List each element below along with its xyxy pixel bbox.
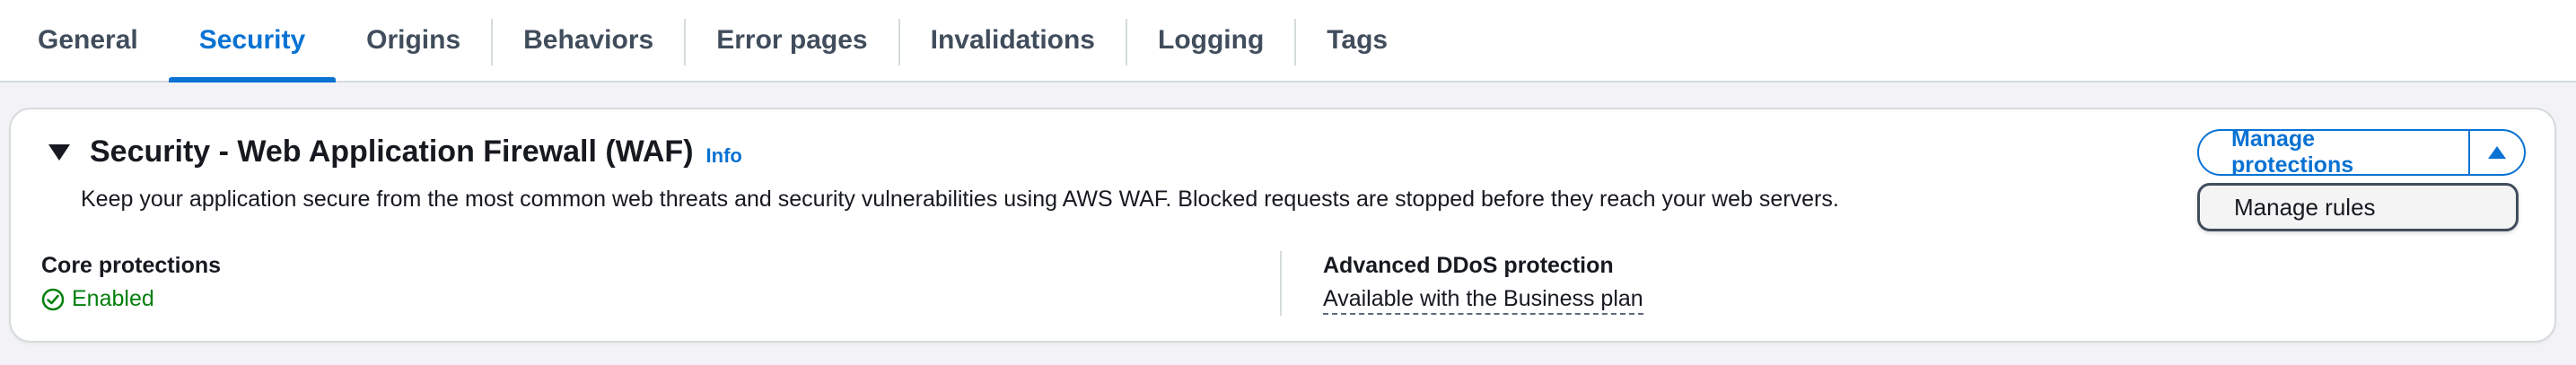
tab-invalidations[interactable]: Invalidations	[900, 0, 1126, 81]
menu-item-manage-rules[interactable]: Manage rules	[2197, 183, 2519, 231]
core-protections-label: Core protections	[41, 253, 222, 278]
caret-up-icon	[2488, 146, 2506, 159]
column-divider	[1280, 251, 1282, 316]
tab-logging[interactable]: Logging	[1127, 0, 1294, 81]
core-protections-status-text: Enabled	[72, 286, 154, 311]
manage-protections-split-button: Manage protections	[2197, 129, 2526, 176]
advanced-ddos-field: Advanced DDoS protection Available with …	[1323, 253, 2221, 315]
caret-down-icon[interactable]	[48, 143, 70, 161]
manage-protections-button[interactable]: Manage protections	[2199, 131, 2468, 174]
tab-origins[interactable]: Origins	[336, 0, 491, 81]
tab-tags[interactable]: Tags	[1296, 0, 1418, 81]
distribution-detail-view: General Security Origins Behaviors Error…	[0, 0, 2576, 365]
tab-error-pages[interactable]: Error pages	[686, 0, 898, 81]
tab-bar: General Security Origins Behaviors Error…	[0, 0, 2576, 83]
manage-protections-dropdown-toggle[interactable]	[2470, 131, 2524, 174]
advanced-ddos-popover-trigger[interactable]: Available with the Business plan	[1323, 286, 1643, 315]
info-link[interactable]: Info	[706, 144, 742, 168]
core-protections-field: Core protections Enabled	[41, 253, 1289, 312]
section-description: Keep your application secure from the mo…	[81, 187, 1839, 212]
tab-behaviors[interactable]: Behaviors	[493, 0, 684, 81]
core-protections-status: Enabled	[41, 286, 1289, 312]
section-header[interactable]: Security - Web Application Firewall (WAF…	[48, 135, 742, 169]
waf-security-container: Security - Web Application Firewall (WAF…	[9, 108, 2556, 343]
advanced-ddos-value[interactable]: Available with the Business plan	[1323, 286, 2221, 315]
section-title: Security - Web Application Firewall (WAF…	[90, 135, 694, 169]
tab-security[interactable]: Security	[168, 0, 337, 83]
check-circle-icon	[41, 288, 65, 310]
advanced-ddos-label: Advanced DDoS protection	[1323, 253, 1614, 278]
tab-general[interactable]: General	[7, 0, 169, 81]
